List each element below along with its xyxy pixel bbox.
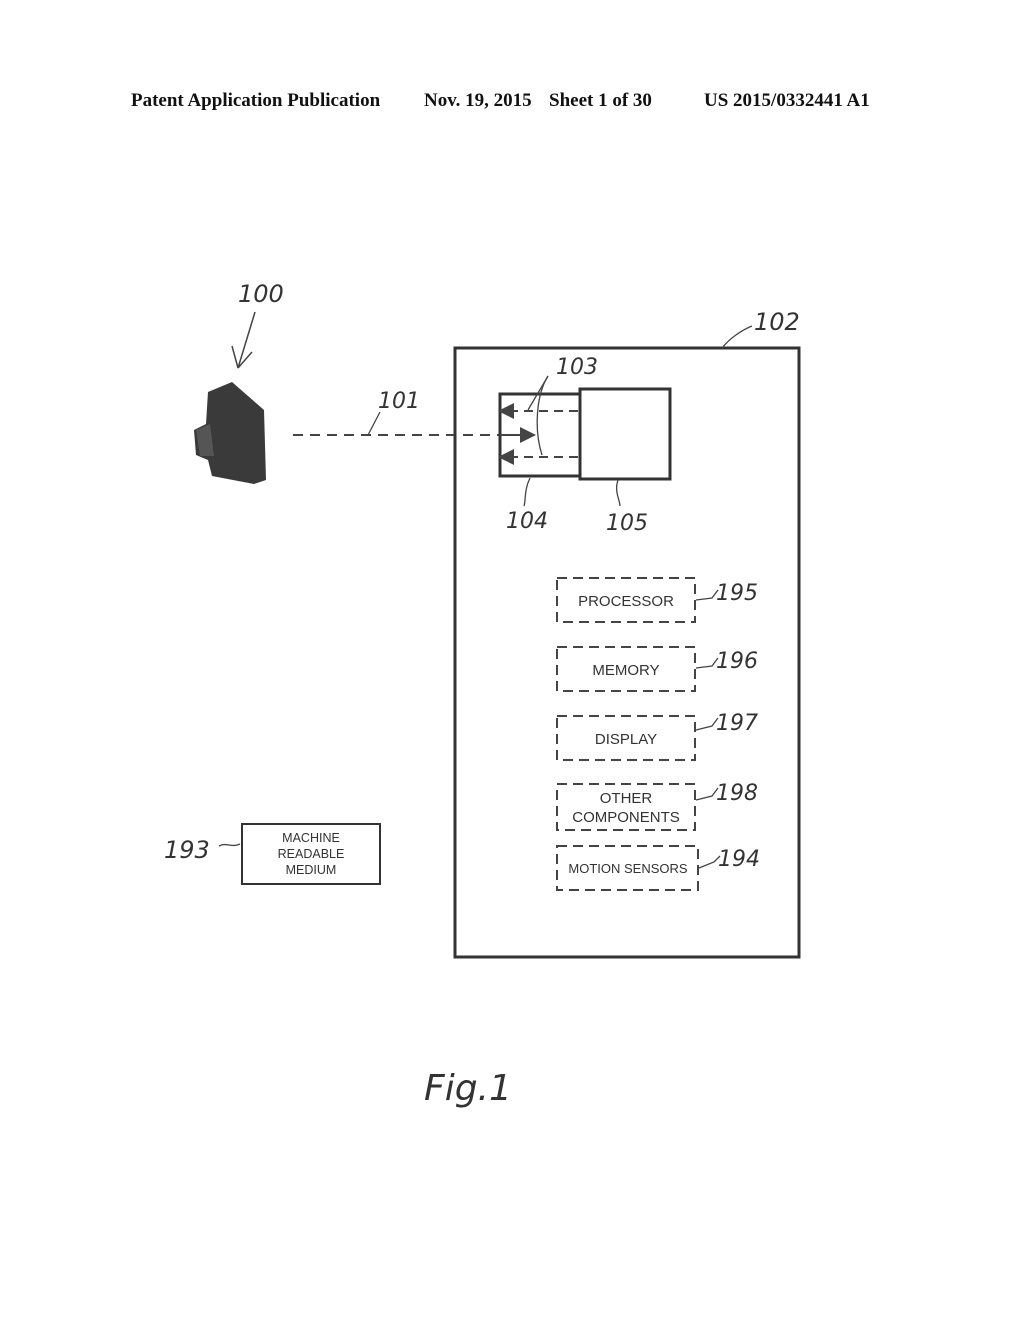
- label-193: 193: [164, 836, 210, 864]
- leader-104: [523, 477, 531, 507]
- display-label: DISPLAY: [595, 731, 657, 748]
- patent-figure: 100 101 102 103 104 105 PROCESSOR 195 ME…: [164, 280, 801, 1109]
- label-101: 101: [378, 389, 420, 414]
- leader-196: [695, 657, 719, 669]
- leader-105: [615, 479, 621, 507]
- medium-label-line1: MACHINE: [282, 831, 340, 845]
- label-196: 196: [716, 649, 758, 674]
- leader-102: [721, 325, 753, 349]
- motion-sensors-component: MOTION SENSORS 194: [556, 845, 760, 891]
- label-197: 197: [716, 711, 758, 736]
- label-102: 102: [754, 308, 800, 336]
- leader-197: [695, 717, 719, 731]
- memory-component: MEMORY 196: [556, 646, 758, 692]
- display-component: DISPLAY 197: [556, 711, 758, 761]
- label-100: 100: [238, 280, 284, 308]
- other-components-label-line1: OTHER: [600, 790, 653, 807]
- processor-component: PROCESSOR 195: [556, 577, 758, 623]
- medium-label-line2: READABLE: [278, 847, 345, 861]
- label-198: 198: [716, 781, 758, 806]
- leader-101: [367, 411, 381, 436]
- label-103: 103: [556, 355, 598, 380]
- label-104: 104: [506, 509, 548, 534]
- other-components-component: OTHER COMPONENTS 198: [556, 781, 758, 831]
- leader-193: [218, 843, 241, 847]
- label-194: 194: [718, 847, 760, 872]
- motion-sensors-label: MOTION SENSORS: [568, 861, 688, 876]
- machine-readable-medium-component: MACHINE READABLE MEDIUM 193: [164, 823, 381, 885]
- figure-caption: Fig.1: [424, 1068, 512, 1109]
- leader-100: [231, 311, 256, 369]
- processor-label: PROCESSOR: [578, 593, 674, 610]
- label-105: 105: [606, 511, 648, 536]
- medium-label-line3: MEDIUM: [286, 863, 337, 877]
- other-components-label-line2: COMPONENTS: [572, 809, 680, 826]
- label-195: 195: [716, 581, 758, 606]
- module-105-box: [578, 387, 672, 481]
- leader-198: [695, 787, 719, 801]
- device-100: [194, 382, 266, 484]
- memory-label: MEMORY: [592, 662, 659, 679]
- leader-194: [698, 855, 721, 869]
- leader-195: [695, 589, 719, 601]
